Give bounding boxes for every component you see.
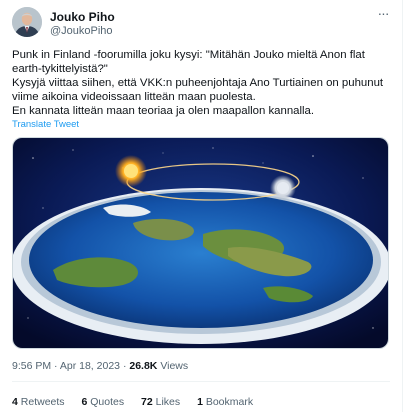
tweet-date[interactable]: Apr 18, 2023: [60, 360, 120, 372]
tweet-meta: 9:56 PM · Apr 18, 2023 · 26.8K Views: [12, 360, 188, 372]
tweet-text-line: Punk in Finland -foorumilla joku kysyi: …: [12, 49, 365, 75]
tweet-image[interactable]: [12, 137, 389, 349]
retweets-label: Retweets: [20, 396, 65, 408]
tweet-text-line: Kysyjä viittaa siihen, että VKK:n puheen…: [12, 77, 384, 103]
likes-stat[interactable]: 72 Likes: [141, 396, 180, 408]
likes-label: Likes: [155, 396, 181, 408]
quotes-stat[interactable]: 6 Quotes: [81, 396, 124, 408]
author-handle[interactable]: @JoukoPiho: [50, 25, 113, 37]
quotes-label: Quotes: [90, 396, 125, 408]
retweets-count: 4: [12, 396, 18, 408]
views-label: Views: [160, 360, 189, 372]
retweets-stat[interactable]: 4 Retweets: [12, 396, 65, 408]
bookmarks-count: 1: [197, 396, 203, 408]
divider: [12, 381, 390, 382]
likes-count: 72: [141, 396, 153, 408]
tweet-text: Punk in Finland -foorumilla joku kysyi: …: [12, 48, 394, 118]
tweet-card: Jouko Piho @JoukoPiho ··· Punk in Finlan…: [0, 0, 403, 412]
quotes-count: 6: [81, 396, 88, 408]
ellipsis-icon[interactable]: ···: [374, 6, 392, 24]
tweet-time[interactable]: 9:56 PM: [12, 360, 51, 372]
translate-tweet-link[interactable]: Translate Tweet: [12, 119, 79, 130]
bookmarks-stat[interactable]: 1 Bookmark: [197, 396, 253, 408]
bookmarks-label: Bookmark: [205, 396, 254, 408]
engagement-stats: 4 Retweets 6 Quotes 72 Likes 1 Bookmark: [12, 396, 267, 408]
avatar-portrait: [12, 7, 42, 37]
tweet-text-line: En kannata litteän maan teoriaa ja olen …: [12, 105, 315, 117]
views-count: 26.8K: [129, 360, 158, 372]
author-name[interactable]: Jouko Piho: [50, 10, 115, 24]
avatar[interactable]: [12, 7, 42, 37]
flat-earth-illustration: [13, 138, 388, 348]
